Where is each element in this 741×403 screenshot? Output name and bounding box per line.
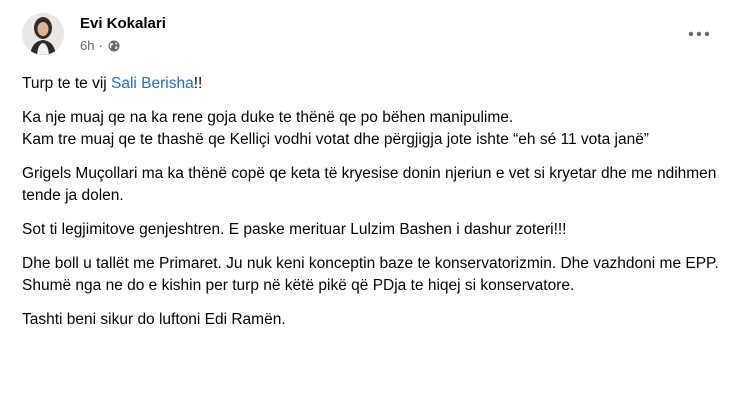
mention-link[interactable]: Sali Berisha [111, 75, 194, 92]
globe-icon[interactable] [108, 40, 120, 52]
post-paragraph-4: Sot ti legjimitove genjeshtren. E paske … [22, 221, 567, 238]
post-paragraph-6: Tashti beni sikur do luftoni Edi Ramën. [22, 311, 286, 328]
more-options-icon [688, 31, 710, 37]
author-name[interactable]: Evi Kokalari [80, 15, 166, 32]
post-meta: 6h · [80, 38, 120, 53]
paragraph-text: !! [193, 75, 203, 92]
paragraph-text: Turp te te vij [22, 75, 112, 92]
post-paragraph-1: Turp te te vij Sali Berisha!! [22, 73, 722, 95]
meta-separator: · [98, 38, 103, 53]
post-paragraph-3: Grigels Muçollari ma ka thënë copë qe ke… [22, 165, 717, 204]
post-paragraph-2: Ka nje muaj qe na ka rene goja duke te t… [22, 109, 649, 148]
post-text: Turp te te vij Sali Berisha!! Ka nje mua… [22, 73, 722, 343]
post-time[interactable]: 6h [80, 38, 94, 53]
profile-photo-icon [22, 13, 64, 55]
more-options-button[interactable] [681, 21, 717, 47]
facebook-post: Evi Kokalari 6h · Turp te te vij Sali Be… [0, 0, 741, 403]
post-paragraph-5: Dhe boll u tallët me Primaret. Ju nuk ke… [22, 255, 719, 294]
author-avatar[interactable] [22, 13, 64, 55]
